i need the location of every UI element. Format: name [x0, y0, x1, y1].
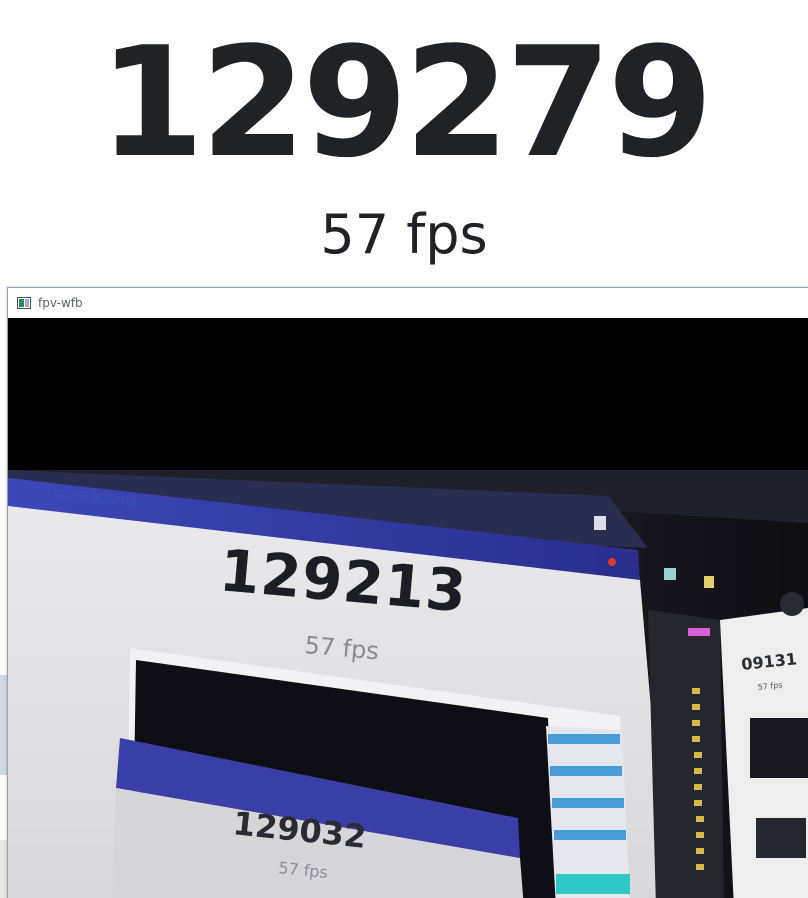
camera-frame: 高分辨率定时器 129213 57 fps 129032 57 fps 0913… [8, 318, 808, 898]
sidebar-bar-3 [552, 798, 624, 808]
window-titlebar[interactable]: fpv-wfb [8, 288, 808, 318]
fpv-video-window[interactable]: fpv-wfb 高分辨率定时器 129213 57 fps 129032 57 … [7, 287, 808, 898]
record-indicator [608, 558, 616, 566]
file-explorer [648, 610, 724, 898]
sidebar-bar-2 [550, 766, 622, 776]
desktop-icon-2 [664, 568, 676, 580]
letterbox-top [8, 318, 808, 470]
avatar-dot [780, 592, 804, 616]
video-feed: 高分辨率定时器 129213 57 fps 129032 57 fps 0913… [8, 318, 808, 898]
sidebar-bar-1 [548, 734, 620, 744]
window-title: fpv-wfb [38, 296, 83, 310]
sidebar-action [556, 874, 630, 894]
side-video [750, 718, 808, 778]
desktop-icon-3 [704, 576, 714, 588]
sidebar-bar-4 [554, 830, 626, 840]
desktop-icon-1 [594, 516, 606, 530]
frame-counter: 129279 [98, 14, 714, 191]
fps-readout: 57 fps [320, 203, 488, 266]
explorer-tag [688, 628, 710, 636]
page: 129279 57 fps fpv-wfb 高分辨率定时器 129213 57 … [0, 0, 808, 898]
inner-sidebar [546, 726, 630, 898]
side-video-2 [756, 818, 806, 858]
app-window-icon [17, 297, 31, 309]
